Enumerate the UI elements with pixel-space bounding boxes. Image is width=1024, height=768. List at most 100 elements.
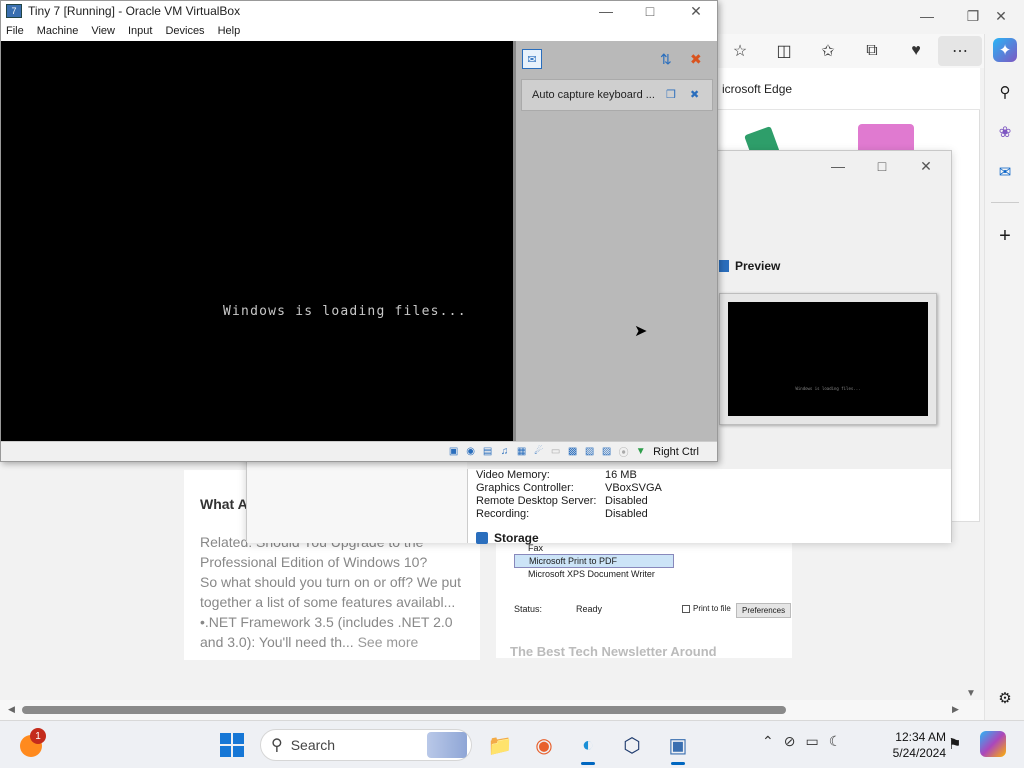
scrollbar-thumb[interactable] — [22, 706, 786, 714]
edge-icon[interactable]: ◐ — [572, 729, 604, 765]
file-explorer-icon[interactable]: 📁 — [484, 729, 516, 761]
mouse-cursor-icon: ➤ — [634, 323, 648, 340]
outlook-icon[interactable]: ✉ — [993, 160, 1017, 184]
horizontal-scrollbar[interactable]: ◀ ▶ — [0, 700, 984, 720]
optical-drive-icon[interactable]: ◉ — [463, 444, 478, 459]
detail-key: Remote Desktop Server: — [476, 495, 597, 507]
detail-value: VBoxSVGA — [605, 482, 662, 494]
add-sidebar-app-icon[interactable]: + — [993, 224, 1017, 248]
status-value: Ready — [576, 604, 603, 614]
virtualbox-vm-icon[interactable]: ▣ — [662, 729, 694, 765]
print-status: Status: Ready — [514, 604, 602, 614]
display-icon[interactable]: ▩ — [565, 444, 580, 459]
notification-badge: 1 — [30, 728, 46, 744]
network-off-icon[interactable]: ⊘ — [784, 733, 796, 750]
vm-details-panel: Video Memory: 16 MB Graphics Controller:… — [467, 469, 951, 545]
usb-icon[interactable]: ☄ — [531, 444, 546, 459]
details-maximize-button[interactable]: □ — [859, 151, 905, 181]
clock[interactable]: 12:34 AM 5/24/2024 — [880, 729, 946, 761]
favorite-star-icon[interactable]: ☆ — [718, 36, 762, 66]
accessibility-icon[interactable]: ☾ — [829, 733, 842, 750]
browser-essentials-icon[interactable]: ♥ — [894, 36, 938, 66]
notification-item[interactable]: Auto capture keyboard ... ❒ ✖ — [521, 79, 713, 111]
floppy-icon[interactable]: ▤ — [480, 444, 495, 459]
checkbox-icon — [682, 604, 690, 613]
office-icon[interactable]: ❀ — [993, 120, 1017, 144]
article-line: So what should you turn on or off? We pu… — [200, 574, 461, 590]
print-dialog-screenshot: Fax Microsoft Print to PDF Microsoft XPS… — [496, 540, 792, 659]
detail-value: Disabled — [605, 508, 648, 520]
show-hidden-icons-icon[interactable]: ⌃ — [762, 733, 774, 750]
cpu-icon[interactable]: ▨ — [599, 444, 614, 459]
search-icon: ⚲ — [271, 737, 283, 754]
detail-row: Video Memory: 16 MB — [476, 469, 637, 481]
search-highlight-icon — [427, 732, 467, 758]
scroll-down-arrow-icon[interactable]: ▼ — [966, 688, 976, 699]
article-heading: What A — [200, 496, 248, 512]
start-logo-icon — [220, 733, 231, 744]
video-capture-icon[interactable]: ▧ — [582, 444, 597, 459]
menu-view[interactable]: View — [86, 25, 123, 37]
virtualbox-manager-icon[interactable]: ⬡ — [616, 729, 648, 761]
preview-boot-text: Windows is loading files... — [795, 386, 861, 391]
vm-guest-screen[interactable] — [1, 41, 513, 441]
start-button[interactable] — [220, 733, 244, 757]
detail-key: Video Memory: — [476, 469, 550, 481]
copilot-pre-icon[interactable] — [980, 731, 1006, 757]
network-icon[interactable]: ▦ — [514, 444, 529, 459]
virtualbox-icon: 7 — [6, 4, 22, 18]
mouse-integration-icon[interactable]: ⦿ — [616, 444, 631, 459]
storage-label: Storage — [494, 531, 539, 545]
details-minimize-button[interactable]: — — [815, 151, 861, 181]
favorites-icon[interactable]: ✩ — [806, 36, 850, 66]
scroll-left-arrow-icon[interactable]: ◀ — [8, 704, 15, 715]
vm-titlebar[interactable]: 7 Tiny 7 [Running] - Oracle VM VirtualBo… — [1, 1, 717, 21]
detail-key: Recording: — [476, 508, 530, 520]
collections-icon[interactable]: ⧉ — [850, 36, 894, 66]
detail-row: Remote Desktop Server: Disabled — [476, 495, 648, 507]
edge-close-button[interactable]: ✕ — [978, 0, 1024, 32]
storage-section-header[interactable]: Storage — [476, 531, 539, 545]
search-icon[interactable]: ⚲ — [993, 80, 1017, 104]
menu-help[interactable]: Help — [213, 25, 249, 37]
clear-all-icon[interactable]: ✖ — [690, 51, 702, 68]
detail-value: 16 MB — [605, 469, 637, 481]
split-screen-icon[interactable]: ◫ — [762, 36, 806, 66]
edge-sidebar: ✦ ⚲ ❀ ✉ + ⚙ — [984, 34, 1024, 720]
edge-minimize-button[interactable]: — — [904, 0, 950, 32]
menu-file[interactable]: File — [1, 25, 32, 37]
notifications-bell-icon[interactable]: ⚑ — [948, 735, 961, 753]
vbox-details-titlebar: — □ ✕ — [811, 151, 951, 181]
notification-help-icon[interactable]: ❒ — [666, 88, 676, 101]
notification-text: Auto capture keyboard ... — [532, 89, 655, 101]
audio-icon[interactable]: ♫ — [497, 444, 512, 459]
clock-time: 12:34 AM — [895, 730, 946, 744]
vm-preview-screen: Windows is loading files... — [728, 302, 928, 416]
display-icon[interactable]: ▭ — [805, 733, 818, 750]
clock-date: 5/24/2024 — [892, 746, 946, 760]
settings-gear-icon[interactable]: ⚙ — [993, 686, 1017, 710]
hard-disk-icon[interactable]: ▣ — [446, 444, 461, 459]
vm-preview-frame: Windows is loading files... — [719, 293, 937, 425]
vm-list-area — [247, 455, 467, 543]
taskbar-search[interactable]: ⚲ Search — [260, 729, 472, 761]
menu-machine[interactable]: Machine — [32, 25, 87, 37]
see-more-link[interactable]: See more — [358, 634, 419, 650]
firefox-icon[interactable]: ◉ — [528, 729, 560, 761]
more-options-icon[interactable]: ⋯ — [938, 36, 982, 66]
print-to-file: Print to file — [682, 604, 731, 613]
article-line: and 3.0): You'll need th... — [200, 634, 354, 650]
edge-titlebar: — ❐ ✕ — [718, 0, 1024, 34]
menu-input[interactable]: Input — [123, 25, 160, 37]
notification-close-icon[interactable]: ✖ — [690, 88, 699, 101]
details-close-button[interactable]: ✕ — [903, 151, 949, 181]
notification-center-icon[interactable]: ✉ — [522, 49, 542, 69]
detail-row: Graphics Controller: VBoxSVGA — [476, 482, 662, 494]
keyboard-capture-icon[interactable]: ▼ — [633, 444, 648, 459]
menu-devices[interactable]: Devices — [160, 25, 212, 37]
copilot-icon[interactable]: ✦ — [993, 38, 1017, 62]
scroll-right-arrow-icon[interactable]: ▶ — [952, 704, 959, 715]
shared-folders-icon[interactable]: ▭ — [548, 444, 563, 459]
sort-icon[interactable]: ⇅ — [660, 51, 672, 68]
system-tray: ⌃ ⊘ ▭ ☾ — [762, 733, 841, 750]
